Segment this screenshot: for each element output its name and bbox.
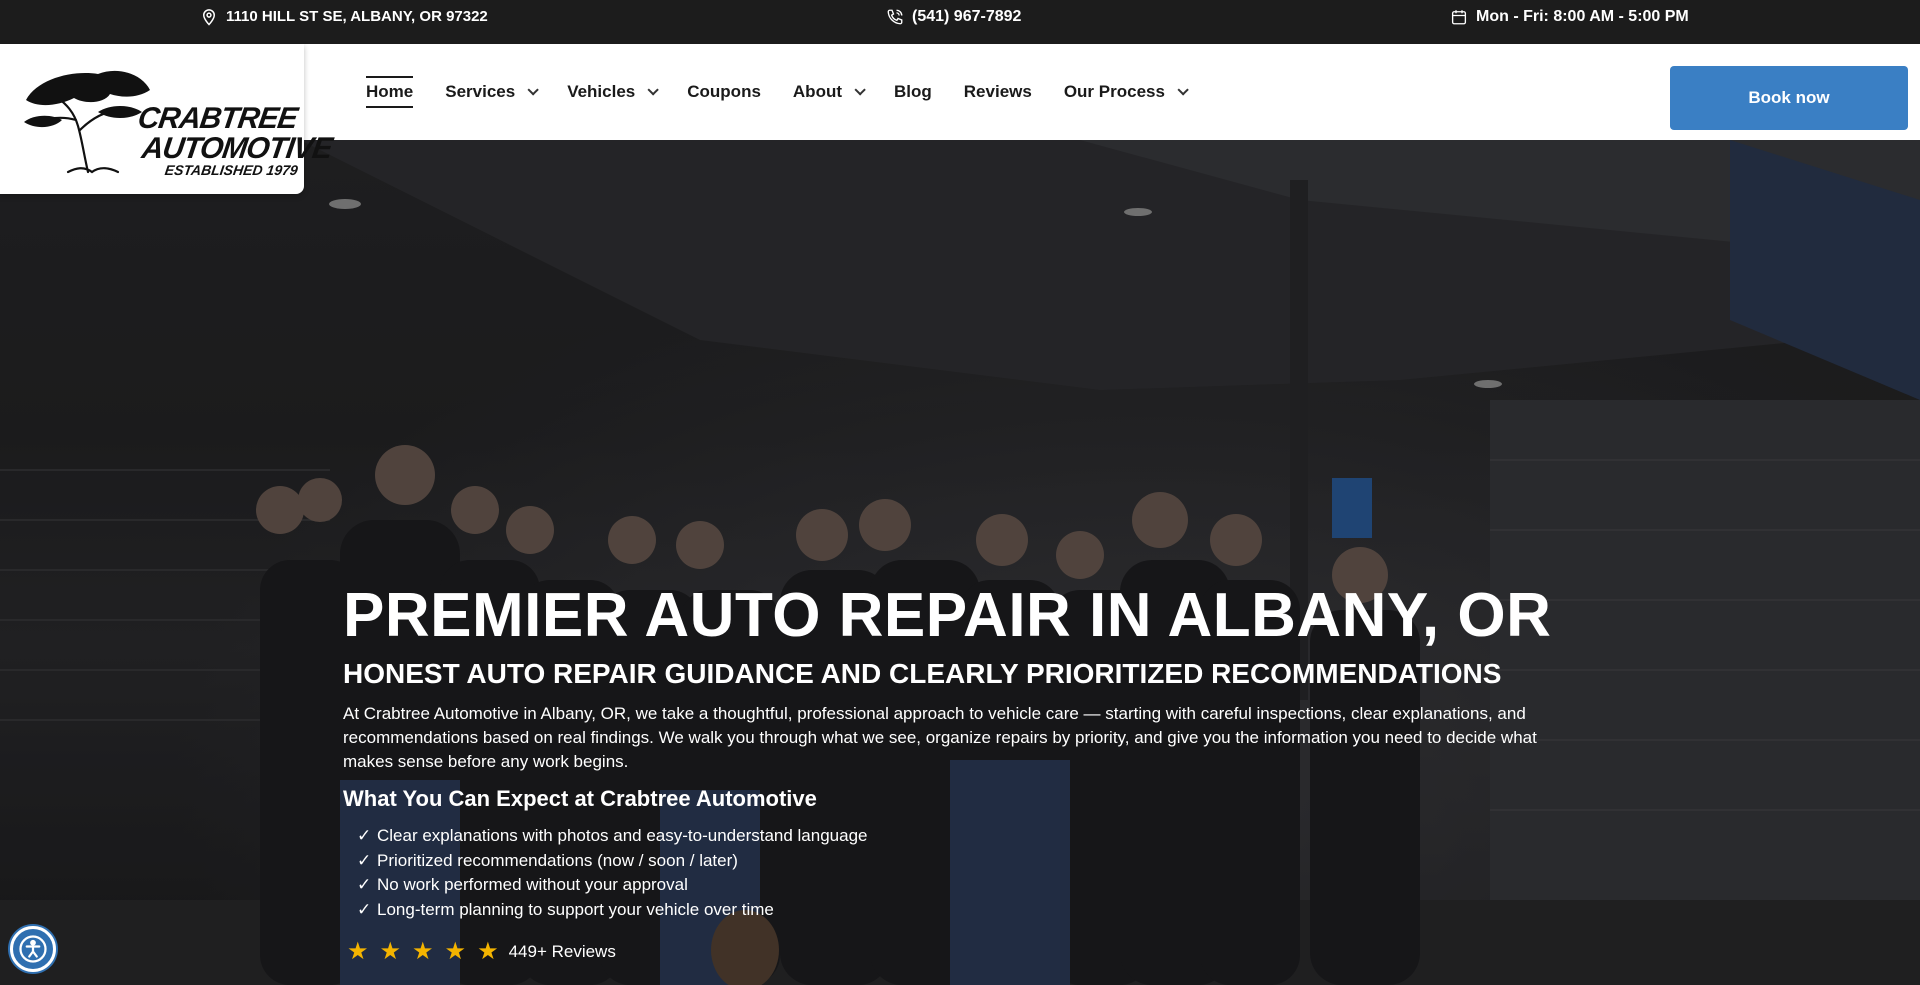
nav-label: Home <box>366 82 414 101</box>
nav-item-vehicles[interactable]: Vehicles <box>567 76 660 108</box>
nav-item-about[interactable]: About <box>792 76 866 108</box>
nav-item-blog[interactable]: Blog <box>894 76 932 108</box>
chevron-down-icon <box>647 84 660 96</box>
hero-subtitle: HONEST AUTO REPAIR GUIDANCE AND CLEARLY … <box>343 658 1502 689</box>
book-now-button[interactable]: Book now <box>1670 66 1908 130</box>
map-pin-icon <box>202 8 216 26</box>
logo-line-3: ESTABLISHED 1979 <box>163 162 299 178</box>
accessibility-button[interactable] <box>10 926 56 972</box>
nav-item-reviews[interactable]: Reviews <box>964 76 1032 108</box>
accessibility-icon <box>19 935 47 963</box>
check-icon: ✓ <box>357 850 372 870</box>
chevron-down-icon <box>527 84 539 96</box>
nav-label: Reviews <box>963 82 1032 101</box>
nav-label: Coupons <box>687 82 761 101</box>
star-icon: ★ <box>477 938 499 965</box>
address-info[interactable]: 1110 HILL ST SE, ALBANY, OR 97322 <box>200 0 488 33</box>
nav-item-services[interactable]: Services <box>445 76 539 108</box>
check-icon: ✓ <box>357 875 372 894</box>
hero-section: PREMIER AUTO REPAIR IN ALBANY, OR HONEST… <box>0 140 1920 985</box>
nav-label: Blog <box>894 82 932 101</box>
reviews-count: 449+ Reviews <box>508 942 616 961</box>
hero-title: PREMIER AUTO REPAIR IN ALBANY, OR <box>343 581 1552 650</box>
chevron-down-icon <box>854 84 866 96</box>
star-icon: ★ <box>444 938 467 965</box>
list-item-text: Long-term planning to support your vehic… <box>377 899 774 919</box>
hours-text: Mon - Fri: 8:00 AM - 5:00 PM <box>1476 7 1689 25</box>
top-info-bar: 1110 HILL ST SE, ALBANY, OR 97322 (541) … <box>0 0 1920 44</box>
primary-nav: Home Services Vehicles Coupons About Blo… <box>366 44 1189 140</box>
nav-item-coupons[interactable]: Coupons <box>687 76 761 108</box>
hours-info: Mon - Fri: 8:00 AM - 5:00 PM <box>1450 0 1689 33</box>
nav-label: Services <box>445 82 516 101</box>
logo-line-1: CRABTREE <box>135 102 300 135</box>
phone-info[interactable]: (541) 967-7892 <box>886 0 1021 33</box>
check-icon: ✓ <box>357 826 372 845</box>
list-item: ✓ Clear explanations with photos and easy… <box>357 824 868 849</box>
list-item-text: Clear explanations with photos and easy-… <box>377 826 868 845</box>
nav-item-home[interactable]: Home <box>366 76 414 108</box>
hero-description: At Crabtree Automotive in Albany, OR, we… <box>343 704 1537 771</box>
nav-item-our-process[interactable]: Our Process <box>1063 76 1189 108</box>
nav-label: Vehicles <box>567 82 636 101</box>
star-icon: ★ <box>347 938 369 965</box>
list-item-text: No work performed without your approval <box>377 875 688 894</box>
logo-line-2: AUTOMOTIVE <box>139 132 334 165</box>
address-text: 1110 HILL ST SE, ALBANY, OR 97322 <box>226 8 488 25</box>
logo[interactable]: CRABTREE AUTOMOTIVE ESTABLISHED 1979 <box>0 44 334 194</box>
nav-label: About <box>792 82 842 101</box>
hero-dark-overlay <box>0 140 1920 985</box>
list-item-text: Prioritized recommendations (now / soon … <box>377 850 738 870</box>
nav-label: Our Process <box>1063 82 1165 101</box>
phone-text: (541) 967-7892 <box>912 7 1022 25</box>
star-rating: ★ ★ ★ ★ ★ <box>347 940 499 964</box>
expect-checklist: ✓ Clear explanations with photos and easy… <box>357 824 868 922</box>
reviews-rating[interactable]: ★ ★ ★ ★ ★ 449+ Reviews <box>347 940 616 964</box>
list-item: ✓ Long-term planning to support your vehi… <box>357 898 868 923</box>
expect-heading: What You Can Expect at Crabtree Automoti… <box>343 786 817 811</box>
list-item: ✓ No work performed without your approval <box>357 873 868 898</box>
star-icon: ★ <box>412 938 434 965</box>
check-icon: ✓ <box>357 899 372 919</box>
list-item: ✓ Prioritized recommendations (now / soon… <box>357 849 868 874</box>
phone-icon <box>887 9 903 24</box>
calendar-icon <box>1451 9 1467 24</box>
star-icon: ★ <box>379 938 402 965</box>
